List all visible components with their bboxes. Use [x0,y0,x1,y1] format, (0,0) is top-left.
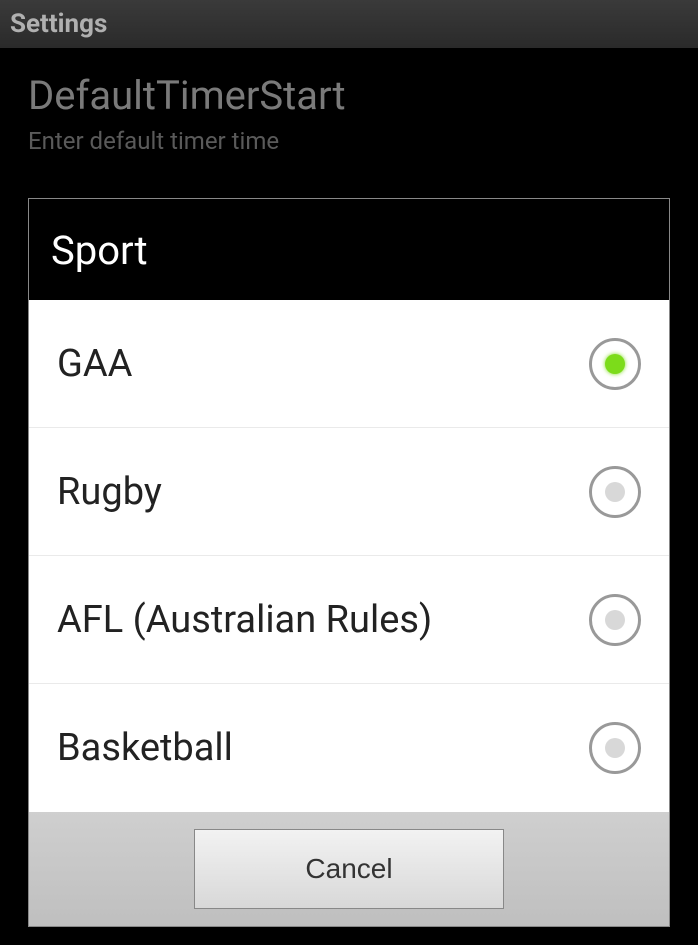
dialog-header: Sport [29,199,669,300]
dialog-option-list: GAA Rugby AFL (Australian Rules) Basketb… [29,300,669,812]
cancel-button[interactable]: Cancel [194,829,504,909]
dialog-overlay: Sport GAA Rugby AFL (Australian Rules) [0,0,698,945]
radio-inner [605,738,625,758]
option-label: Basketball [57,726,233,770]
radio-inner [605,482,625,502]
option-label: Rugby [57,470,162,514]
radio-icon [589,722,641,774]
dialog-option-afl[interactable]: AFL (Australian Rules) [29,556,669,684]
dialog-option-gaa[interactable]: GAA [29,300,669,428]
dialog-title: Sport [51,227,647,274]
radio-inner-selected [605,354,625,374]
sport-dialog: Sport GAA Rugby AFL (Australian Rules) [28,198,670,927]
option-label: GAA [57,342,132,386]
option-label: AFL (Australian Rules) [57,598,432,642]
dialog-option-rugby[interactable]: Rugby [29,428,669,556]
radio-icon [589,466,641,518]
radio-icon [589,338,641,390]
dialog-footer: Cancel [29,812,669,926]
radio-inner [605,610,625,630]
radio-icon [589,594,641,646]
dialog-option-basketball[interactable]: Basketball [29,684,669,812]
